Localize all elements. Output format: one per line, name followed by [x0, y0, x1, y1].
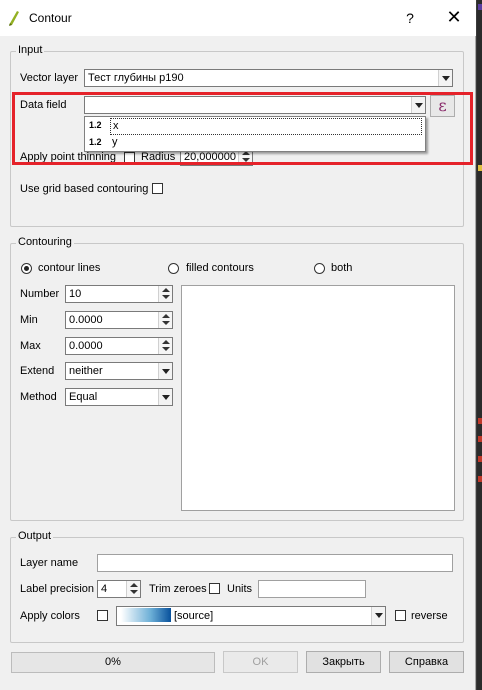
apply-colors-checkbox[interactable]: [97, 610, 108, 621]
label-precision-spinbox[interactable]: 4: [97, 580, 141, 598]
background-mark: [478, 418, 482, 424]
number-label: Number: [20, 288, 60, 300]
chevron-down-icon: [158, 363, 172, 379]
spin-buttons[interactable]: [158, 286, 172, 302]
background-window-edge: [477, 0, 482, 690]
reverse-label: reverse: [411, 610, 448, 622]
output-legend: Output: [16, 530, 54, 542]
close-icon[interactable]: ✕: [444, 7, 464, 27]
qgis-app-icon: [7, 9, 21, 30]
layer-name-label: Layer name: [20, 557, 79, 569]
grid-contouring-checkbox[interactable]: [152, 183, 163, 194]
filled-contours-radio[interactable]: [168, 263, 179, 274]
help-button[interactable]: Справка: [389, 651, 464, 673]
min-spinbox[interactable]: 0.0000: [65, 311, 173, 329]
vector-layer-label: Vector layer: [20, 72, 79, 84]
chevron-down-icon: [371, 607, 385, 625]
background-mark: [478, 436, 482, 442]
background-mark: [478, 476, 482, 482]
min-value: 0.0000: [69, 314, 103, 326]
title-bar: Contour ? ✕: [0, 0, 476, 36]
max-value: 0.0000: [69, 340, 103, 352]
max-spinbox[interactable]: 0.0000: [65, 337, 173, 355]
progress-bar: 0%: [11, 652, 215, 673]
min-label: Min: [20, 314, 38, 326]
vector-layer-value: Тест глубины р190: [88, 72, 184, 84]
units-input[interactable]: [258, 580, 366, 598]
spin-buttons[interactable]: [126, 581, 140, 597]
ok-button[interactable]: OK: [223, 651, 298, 673]
spin-buttons[interactable]: [158, 312, 172, 328]
reverse-checkbox[interactable]: [395, 610, 406, 621]
extend-label: Extend: [20, 365, 55, 377]
help-icon[interactable]: ?: [400, 8, 420, 28]
extend-value: neither: [69, 365, 103, 377]
color-ramp-value: [source]: [174, 610, 214, 622]
label-precision-value: 4: [101, 583, 108, 595]
grid-contouring-label: Use grid based contouring: [20, 183, 149, 195]
both-radio[interactable]: [314, 263, 325, 274]
close-button[interactable]: Закрыть: [306, 651, 381, 673]
number-spinbox[interactable]: 10: [65, 285, 173, 303]
method-value: Equal: [69, 391, 98, 403]
extend-select[interactable]: neither: [65, 362, 173, 380]
progress-text: 0%: [105, 656, 121, 668]
background-mark: [478, 165, 482, 171]
input-legend: Input: [16, 44, 45, 56]
background-mark: [478, 456, 482, 462]
number-value: 10: [69, 288, 82, 300]
layer-name-input[interactable]: [97, 554, 453, 572]
trim-zeroes-checkbox[interactable]: [209, 583, 220, 594]
background-mark: [478, 4, 482, 10]
contouring-legend: Contouring: [16, 236, 74, 248]
label-precision-label: Label precision: [20, 583, 94, 595]
trim-zeroes-label: Trim zeroes: [149, 583, 207, 595]
method-label: Method: [20, 391, 57, 403]
max-label: Max: [20, 340, 41, 352]
units-label: Units: [227, 583, 253, 595]
contour-lines-radio[interactable]: [21, 263, 32, 274]
contour-dialog: Contour ? ✕ Input Vector layer Тест глуб…: [0, 0, 476, 690]
method-select[interactable]: Equal: [65, 388, 173, 406]
levels-list[interactable]: [181, 285, 455, 511]
highlight-annotation: [12, 92, 473, 165]
color-ramp-preview: [121, 608, 171, 622]
vector-layer-select[interactable]: Тест глубины р190: [84, 69, 453, 87]
contour-lines-label: contour lines: [38, 262, 101, 274]
window-title: Contour: [29, 11, 72, 25]
chevron-down-icon: [438, 70, 452, 86]
both-label: both: [331, 262, 353, 274]
apply-colors-label: Apply colors: [20, 610, 80, 622]
chevron-down-icon: [158, 389, 172, 405]
filled-contours-label: filled contours: [186, 262, 254, 274]
spin-buttons[interactable]: [158, 338, 172, 354]
